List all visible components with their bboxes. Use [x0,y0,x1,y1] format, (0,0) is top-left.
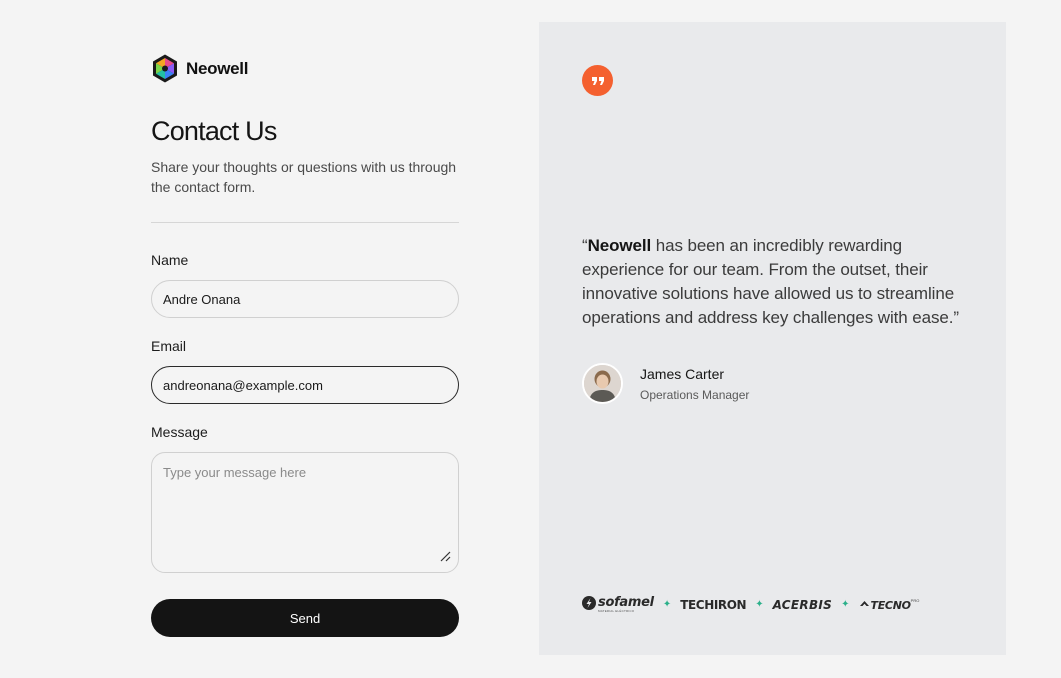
author-name: James Carter [640,365,725,382]
resize-handle-icon[interactable] [439,550,451,565]
email-input-value: andreonana@example.com [163,377,323,393]
email-label: Email [151,338,187,354]
quote-company: Neowell [587,236,652,255]
quote-icon [582,65,613,96]
name-input-value: Andre Onana [163,291,241,307]
partner-name: TECNO [870,598,911,612]
partner-logo-techiron: TECHIRON [680,598,746,612]
brand-name: Neowell [186,58,249,78]
message-label: Message [151,424,208,440]
partner-logo-tecno: TECNO PRO [859,596,920,614]
separator-icon: ✦ [841,599,850,610]
message-textarea[interactable]: Type your message here [151,452,459,573]
divider [151,222,459,223]
send-button[interactable]: Send [151,599,459,637]
name-label: Name [151,252,189,268]
separator-icon: ✦ [755,599,764,610]
page-title: Contact Us [151,116,277,146]
brand[interactable]: Neowell [151,53,459,84]
partner-logo-sofamel: sofamel MATERIAL ELÉCTRICO [581,595,654,616]
avatar [582,363,623,404]
testimonial-author: James Carter Operations Manager [582,363,749,404]
testimonial-quote: “Neowell has been an incredibly rewardin… [582,234,974,330]
separator-icon: ✦ [662,599,672,610]
partner-sub: MATERIAL ELÉCTRICO [598,609,635,613]
sofamel-logo-icon [581,595,597,616]
partner-name: TECHIRON [680,598,747,612]
message-placeholder: Type your message here [163,465,307,480]
partner-name: ACERBIS [772,598,833,612]
partner-name: sofamel [598,595,654,610]
page-subtitle: Share your thoughts or questions with us… [151,159,457,195]
partner-logos: sofamel MATERIAL ELÉCTRICO ✦ TECHIRON ✦ … [581,595,919,615]
email-input[interactable]: andreonana@example.com [151,366,459,404]
author-role: Operations Manager [640,387,750,402]
tecno-chevron-icon [859,596,870,614]
contact-panel: Neowell Contact Us Share your thoughts o… [151,53,459,637]
name-input[interactable]: Andre Onana [151,280,459,318]
partner-sup: PRO [910,598,920,603]
partner-logo-acerbis: ACERBIS [773,598,833,612]
testimonial-panel: “Neowell has been an incredibly rewardin… [539,22,1006,655]
neowell-logo-icon [151,53,179,84]
